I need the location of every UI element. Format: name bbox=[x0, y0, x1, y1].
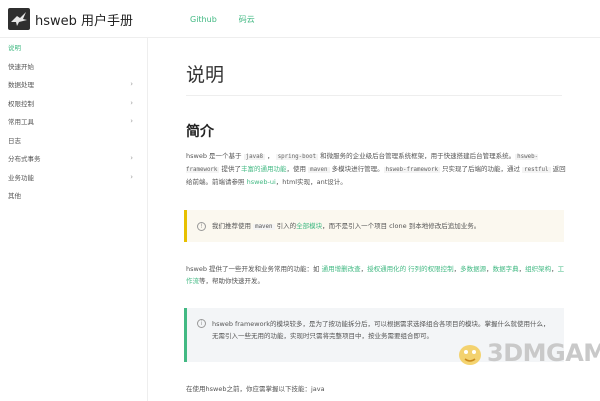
code-java8: java8 bbox=[243, 154, 266, 160]
text: ，而不是引入一个项目 clone 到本地修改后追加业务。 bbox=[322, 221, 481, 230]
warning-callout: ! 我们推荐使用 maven 引入的全部模块，而不是引入一个项目 clone 到… bbox=[184, 210, 564, 242]
permission-link[interactable]: 授权通用化的 行列的权限控制 bbox=[367, 265, 454, 273]
site-title: hsweb 用户手册 bbox=[35, 13, 134, 29]
info-icon: ! bbox=[197, 222, 206, 231]
sidebar-item-log[interactable]: 日志 bbox=[0, 131, 147, 150]
sidebar-item-business[interactable]: 业务功能 › bbox=[0, 168, 147, 187]
text: 等，帮助你快速开发。 bbox=[199, 277, 264, 285]
sidebar-item-label: 权限控制 bbox=[8, 99, 34, 108]
text: hsweb 提供了一些开发和业务常用的功能：如 bbox=[186, 265, 322, 273]
sidebar-item-label: 快速开始 bbox=[8, 62, 34, 71]
watermark: 3DMGAME bbox=[455, 338, 600, 368]
code-hsweb-framework: hsweb-framework bbox=[383, 167, 440, 173]
code-maven: maven bbox=[253, 223, 275, 230]
crud-link[interactable]: 通用增删改查 bbox=[322, 265, 361, 273]
text: ， bbox=[265, 152, 276, 160]
sidebar-item-label: 日志 bbox=[8, 136, 21, 145]
watermark-text: 3DMGAME bbox=[487, 339, 600, 367]
text: 引入的 bbox=[274, 221, 297, 230]
features-paragraph: hsweb 提供了一些开发和业务常用的功能：如 通用增删改查，授权通用化的 行列… bbox=[186, 263, 566, 287]
sidebar-item-label: 业务功能 bbox=[8, 173, 34, 182]
code-restful: restful bbox=[522, 167, 551, 173]
text: 只实现了后端的功能，通过 bbox=[439, 165, 523, 173]
text: 多模块进行管理。 bbox=[329, 165, 384, 173]
sidebar: 说明 快速开始 数据处理 › 权限控制 › 常用工具 › 日志 分布式事务 › 业务功能… bbox=[0, 38, 148, 401]
sidebar-item-label: 说明 bbox=[8, 44, 21, 53]
sidebar-item-label: 常用工具 bbox=[8, 118, 34, 127]
header-nav: Github 码云 bbox=[190, 0, 255, 38]
text: ，使用 bbox=[286, 165, 309, 173]
sidebar-item-label: 分布式事务 bbox=[8, 155, 41, 164]
text: 和微服务的企业级后台管理系统框架，用于快速搭建后台管理系统。 bbox=[318, 152, 516, 160]
github-link[interactable]: Github bbox=[190, 15, 217, 24]
page-title: 说明 bbox=[186, 64, 225, 86]
eagle-logo-icon bbox=[8, 8, 30, 30]
organization-link[interactable]: 组织架构 bbox=[525, 265, 551, 273]
sidebar-item-label: 数据处理 bbox=[8, 81, 34, 90]
text: 提供了 bbox=[219, 165, 241, 173]
top-header: hsweb 用户手册 Github 码云 bbox=[0, 0, 600, 38]
prerequisites-paragraph: 在使用hsweb之前，你应需掌握以下技能：java bbox=[186, 385, 325, 393]
chevron-right-icon: › bbox=[130, 98, 133, 107]
dictionary-link[interactable]: 数据字典 bbox=[493, 265, 519, 273]
intro-paragraph: hsweb 是一个基于 java8 ， spring-boot 和微服务的企业级… bbox=[186, 150, 566, 188]
text: hsweb 是一个基于 bbox=[186, 152, 244, 160]
code-spring-boot: spring-boot bbox=[275, 154, 319, 160]
chevron-right-icon: › bbox=[130, 172, 133, 181]
sidebar-item-intro[interactable]: 说明 bbox=[0, 38, 147, 57]
divider bbox=[186, 95, 562, 96]
chevron-right-icon: › bbox=[130, 80, 133, 89]
gitee-link[interactable]: 码云 bbox=[239, 14, 255, 25]
modules-link[interactable]: 全部模块 bbox=[296, 222, 322, 230]
info-icon: i bbox=[197, 319, 206, 328]
datasource-link[interactable]: 多数据源 bbox=[460, 265, 486, 273]
text: 我们推荐使用 bbox=[212, 221, 254, 230]
chevron-right-icon: › bbox=[130, 117, 133, 126]
warning-text: 我们推荐使用 maven 引入的全部模块，而不是引入一个项目 clone 到本地… bbox=[212, 220, 480, 233]
features-link[interactable]: 丰富的通用功能 bbox=[241, 165, 287, 173]
sidebar-item-quickstart[interactable]: 快速开始 bbox=[0, 57, 147, 76]
code-maven: maven bbox=[308, 167, 330, 173]
sidebar-item-data[interactable]: 数据处理 › bbox=[0, 75, 147, 94]
sidebar-item-permission[interactable]: 权限控制 › bbox=[0, 94, 147, 113]
sidebar-item-label: 其他 bbox=[8, 192, 21, 201]
section-title: 简介 bbox=[186, 124, 214, 140]
sidebar-item-tools[interactable]: 常用工具 › bbox=[0, 112, 147, 131]
logo[interactable]: hsweb 用户手册 bbox=[0, 0, 155, 38]
text: ，html实现，ant设计。 bbox=[275, 178, 347, 186]
sidebar-item-other[interactable]: 其他 bbox=[0, 186, 147, 205]
chevron-right-icon: › bbox=[130, 154, 133, 163]
hsweb-ui-link[interactable]: hsweb-ui bbox=[247, 178, 276, 186]
mascot-watermark-icon bbox=[459, 345, 481, 365]
sidebar-item-transaction[interactable]: 分布式事务 › bbox=[0, 149, 147, 168]
